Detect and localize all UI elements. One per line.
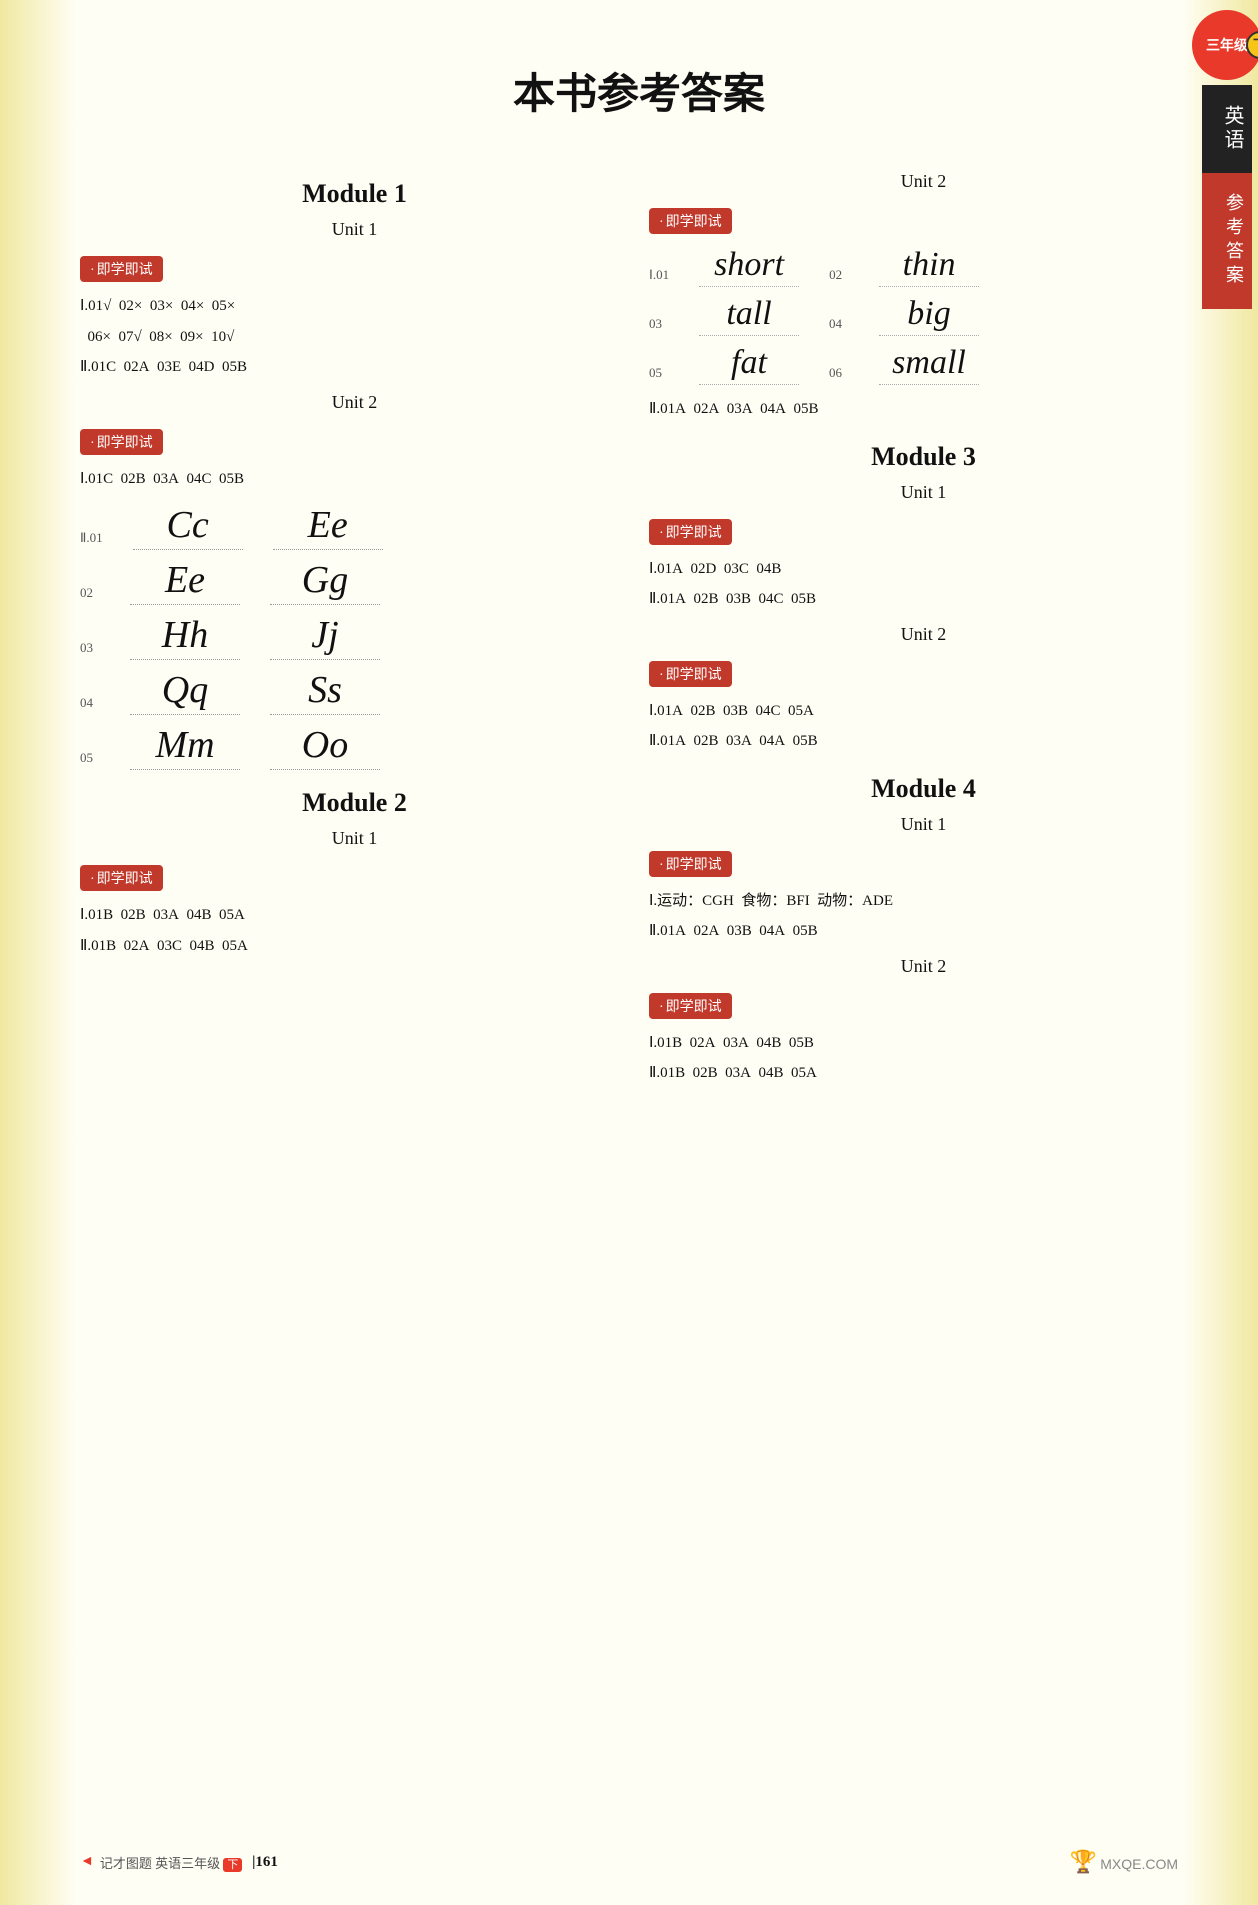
- m3u1-answers: Ⅰ.01A 02D 03C 04B Ⅱ.01A 02B 03B 04C 05B: [649, 555, 1198, 614]
- badge-m4u2: 即学即试: [649, 993, 732, 1019]
- word-fat: fat: [699, 344, 799, 385]
- watermark-icon: 🏆: [1069, 1849, 1096, 1874]
- left-column: Module 1 Unit 1 即学即试 Ⅰ.01√ 02× 03× 04× 0…: [80, 161, 629, 1098]
- hw-word-Hh: Hh: [130, 613, 240, 660]
- desc-row-1: Ⅰ.01 short 02 thin: [649, 246, 1198, 287]
- desc-num-03: 03: [649, 317, 669, 336]
- badge-m3u1: 即学即试: [649, 519, 732, 545]
- r-m1u2-answers: Ⅱ.01A 02A 03A 04A 05B: [649, 395, 1198, 424]
- desc-num-02: 02: [829, 268, 849, 287]
- handwriting-section: Ⅱ.01 Cc Ee 02 Ee Gg 03 Hh Jj 04 Qq S: [80, 503, 629, 770]
- answer-row: Ⅱ.01C 02A 03E 04D 05B: [80, 353, 629, 382]
- desc-words-section: Ⅰ.01 short 02 thin 03 tall 04 big 05 fat…: [649, 246, 1198, 385]
- page: 三年级 下 英语 参考答案 本书参考答案 Module 1 Unit 1 即学即…: [0, 0, 1258, 1905]
- answer-row: Ⅰ.01A 02B 03B 04C 05A: [649, 697, 1198, 726]
- hw-word-Cc: Cc: [133, 503, 243, 550]
- hw-word-Mm: Mm: [130, 723, 240, 770]
- unit2-m1-heading: Unit 2: [80, 392, 629, 413]
- desc-row-2: 03 tall 04 big: [649, 295, 1198, 336]
- bottom-label: 记才图题 英语三年级 下: [100, 1853, 243, 1872]
- hw-word-Ee1: Ee: [273, 503, 383, 550]
- desc-num-05: 05: [649, 366, 669, 385]
- m4u1-answers: Ⅰ.运动：CGH 食物：BFI 动物：ADE Ⅱ.01A 02A 03B 04A…: [649, 887, 1198, 946]
- bottom-bar: ◄ 记才图题 英语三年级 下 |161 🏆 MXQE.COM: [0, 1849, 1258, 1875]
- unit1-m2-heading: Unit 1: [80, 828, 629, 849]
- badge-r-m1u2: 即学即试: [649, 208, 732, 234]
- module4-heading: Module 4: [649, 774, 1198, 804]
- hw-num-02: 02: [80, 586, 100, 605]
- page-number: |161: [248, 1854, 278, 1871]
- hw-word-Qq: Qq: [130, 668, 240, 715]
- badge-m4u1: 即学即试: [649, 851, 732, 877]
- right-tab: 三年级 下 英语 参考答案: [1196, 0, 1258, 309]
- watermark: 🏆 MXQE.COM: [1069, 1849, 1178, 1875]
- hw-row-03: 03 Hh Jj: [80, 613, 629, 660]
- hw-row-01: Ⅱ.01 Cc Ee: [80, 503, 629, 550]
- bottom-left: ◄ 记才图题 英语三年级 下 |161: [80, 1853, 278, 1872]
- hw-label: Ⅱ.01: [80, 531, 103, 550]
- answer-row: Ⅱ.01A 02B 03B 04C 05B: [649, 585, 1198, 614]
- module1-heading: Module 1: [80, 179, 629, 209]
- badge-m2u1: 即学即试: [80, 865, 163, 891]
- answer-tab: 参考答案: [1202, 173, 1252, 309]
- unit2-m3-heading: Unit 2: [649, 624, 1198, 645]
- m1u1-answers: Ⅰ.01√ 02× 03× 04× 05× 06× 07√ 08× 09× 10…: [80, 292, 629, 382]
- page-title: 本书参考答案: [80, 60, 1198, 121]
- m1u2-answers: Ⅰ.01C 02B 03A 04C 05B: [80, 465, 629, 494]
- m2u1-answers: Ⅰ.01B 02B 03A 04B 05A Ⅱ.01B 02A 03C 04B …: [80, 901, 629, 960]
- unit1-m4-heading: Unit 1: [649, 814, 1198, 835]
- grade-badge: 三年级 下: [1192, 10, 1258, 80]
- answer-row: Ⅰ.01√ 02× 03× 04× 05×: [80, 292, 629, 321]
- word-short: short: [699, 246, 799, 287]
- content-wrapper: Module 1 Unit 1 即学即试 Ⅰ.01√ 02× 03× 04× 0…: [80, 161, 1198, 1098]
- m4u2-answers: Ⅰ.01B 02A 03A 04B 05B Ⅱ.01B 02B 03A 04B …: [649, 1029, 1198, 1088]
- unit1-heading: Unit 1: [80, 219, 629, 240]
- grade-text: 三年级: [1206, 35, 1248, 55]
- desc-num-04: 04: [829, 317, 849, 336]
- module2-heading: Module 2: [80, 788, 629, 818]
- answer-row: Ⅱ.01A 02A 03B 04A 05B: [649, 917, 1198, 946]
- unit2-right-heading: Unit 2: [649, 171, 1198, 192]
- right-column: Unit 2 即学即试 Ⅰ.01 short 02 thin 03 tall 0…: [649, 161, 1198, 1098]
- badge-m1u1: 即学即试: [80, 256, 163, 282]
- module3-heading: Module 3: [649, 442, 1198, 472]
- desc-num-01: Ⅰ.01: [649, 268, 669, 287]
- unit1-m3-heading: Unit 1: [649, 482, 1198, 503]
- answer-row: Ⅰ.01B 02B 03A 04B 05A: [80, 901, 629, 930]
- answer-row: Ⅱ.01B 02A 03C 04B 05A: [80, 932, 629, 961]
- answer-row: 06× 07√ 08× 09× 10√: [80, 323, 629, 352]
- hw-num-04: 04: [80, 696, 100, 715]
- unit2-m4-heading: Unit 2: [649, 956, 1198, 977]
- watermark-text: MXQE.COM: [1100, 1856, 1178, 1872]
- hw-word-Ee2: Ee: [130, 558, 240, 605]
- answer-row: Ⅰ.01C 02B 03A 04C 05B: [80, 465, 629, 494]
- badge-m1u2: 即学即试: [80, 429, 163, 455]
- word-small: small: [879, 344, 979, 385]
- badge-m3u2: 即学即试: [649, 661, 732, 687]
- answer-row: Ⅱ.01A 02A 03A 04A 05B: [649, 395, 1198, 424]
- hw-word-Ss: Ss: [270, 668, 380, 715]
- hw-row-02: 02 Ee Gg: [80, 558, 629, 605]
- hw-num-05: 05: [80, 751, 100, 770]
- desc-row-3: 05 fat 06 small: [649, 344, 1198, 385]
- answer-row: Ⅱ.01B 02B 03A 04B 05A: [649, 1059, 1198, 1088]
- word-tall: tall: [699, 295, 799, 336]
- hw-num-03: 03: [80, 641, 100, 660]
- hw-row-04: 04 Qq Ss: [80, 668, 629, 715]
- m3u2-answers: Ⅰ.01A 02B 03B 04C 05A Ⅱ.01A 02B 03A 04A …: [649, 697, 1198, 756]
- answer-row: Ⅱ.01A 02B 03A 04A 05B: [649, 727, 1198, 756]
- hw-row-05: 05 Mm Oo: [80, 723, 629, 770]
- answer-row: Ⅰ.01B 02A 03A 04B 05B: [649, 1029, 1198, 1058]
- subject-tab: 英语: [1202, 85, 1252, 173]
- hw-word-Jj: Jj: [270, 613, 380, 660]
- answer-row: Ⅰ.运动：CGH 食物：BFI 动物：ADE: [649, 887, 1198, 916]
- hw-word-Oo: Oo: [270, 723, 380, 770]
- desc-num-06: 06: [829, 366, 849, 385]
- word-thin: thin: [879, 246, 979, 287]
- answer-row: Ⅰ.01A 02D 03C 04B: [649, 555, 1198, 584]
- hw-word-Gg: Gg: [270, 558, 380, 605]
- word-big: big: [879, 295, 979, 336]
- arrow-icon: ◄: [80, 1854, 94, 1870]
